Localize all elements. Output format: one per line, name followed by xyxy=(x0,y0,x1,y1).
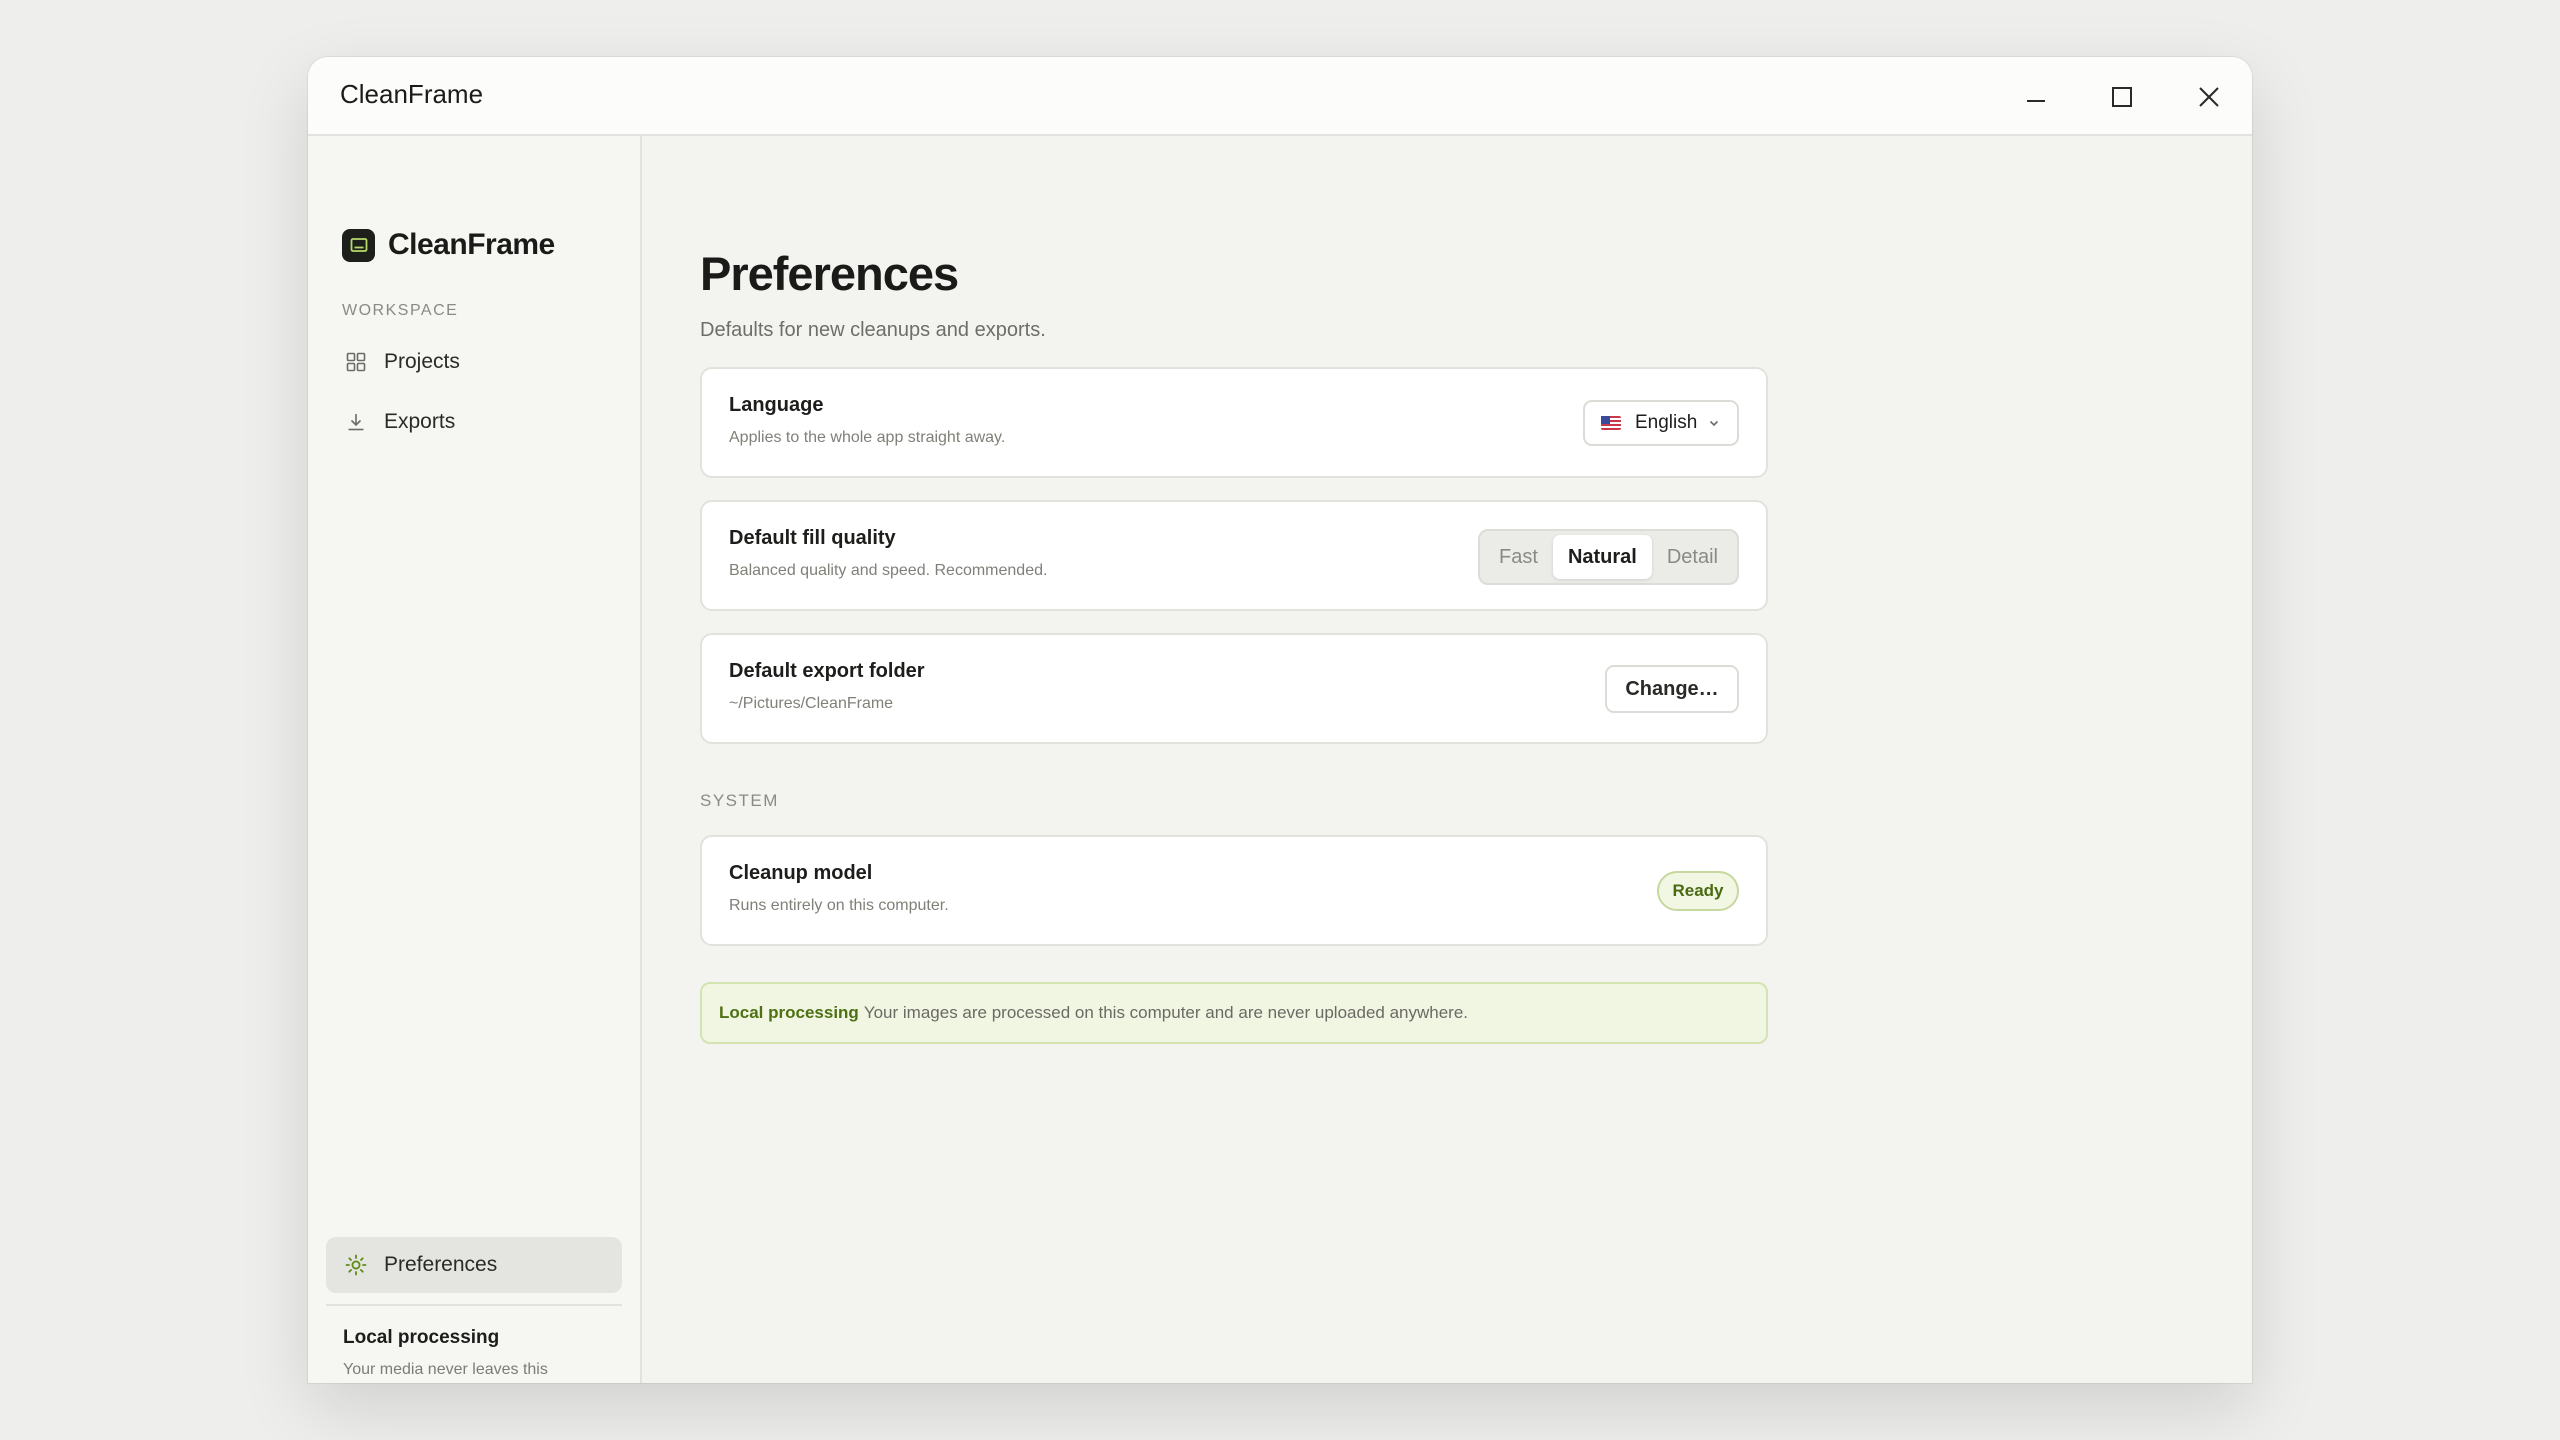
sidebar-item-label: Preferences xyxy=(384,1253,498,1276)
export-folder-card: Default export folder ~/Pictures/CleanFr… xyxy=(700,633,1768,744)
language-title: Language xyxy=(729,394,824,416)
segment-fast[interactable]: Fast xyxy=(1484,535,1553,579)
section-label-system: SYSTEM xyxy=(700,791,779,810)
sidebar-item-projects[interactable]: Projects xyxy=(326,334,622,390)
app-window: CleanFrame CleanFrame WORKSPACE Projects… xyxy=(308,57,2252,1383)
language-description: Applies to the whole app straight away. xyxy=(729,429,1006,446)
divider xyxy=(326,1304,622,1306)
segment-detail[interactable]: Detail xyxy=(1652,535,1733,579)
close-button[interactable] xyxy=(2187,75,2231,119)
language-value: English xyxy=(1635,412,1698,433)
sidebar-item-exports[interactable]: Exports xyxy=(326,394,622,450)
fill-quality-description: Balanced quality and speed. Recommended. xyxy=(729,562,1048,579)
cleanup-model-card: Cleanup model Runs entirely on this comp… xyxy=(700,835,1768,946)
status-badge: Ready xyxy=(1657,871,1739,911)
export-folder-path: ~/Pictures/CleanFrame xyxy=(729,695,894,712)
language-card: Language Applies to the whole app straig… xyxy=(700,367,1768,478)
sidebar-item-label: Exports xyxy=(384,410,456,433)
change-folder-button[interactable]: Change… xyxy=(1605,665,1739,713)
download-icon xyxy=(344,410,368,434)
page-title: Preferences xyxy=(700,247,959,300)
export-folder-title: Default export folder xyxy=(729,660,925,682)
notice-title: Local processing xyxy=(719,1003,859,1022)
segment-natural[interactable]: Natural xyxy=(1552,535,1652,579)
page-subtitle: Defaults for new cleanups and exports. xyxy=(700,319,1046,341)
notice-text: Your images are processed on this comput… xyxy=(863,1003,1469,1022)
language-select[interactable]: English xyxy=(1583,400,1739,446)
brand: CleanFrame xyxy=(342,228,555,262)
minimize-icon xyxy=(2027,100,2045,102)
fill-quality-title: Default fill quality xyxy=(729,527,896,549)
maximize-button[interactable] xyxy=(2100,75,2144,119)
sun-gear-icon xyxy=(344,1253,368,1277)
close-icon xyxy=(2199,87,2219,107)
sidebar-item-preferences[interactable]: Preferences xyxy=(326,1237,622,1293)
app-logo-icon xyxy=(342,228,375,262)
maximize-icon xyxy=(2112,87,2132,107)
fill-quality-card: Default fill quality Balanced quality an… xyxy=(700,500,1768,611)
sidebar-item-label: Projects xyxy=(384,350,460,373)
chevron-down-icon xyxy=(1710,420,1719,427)
minimize-button[interactable] xyxy=(2014,75,2058,119)
section-label-workspace: WORKSPACE xyxy=(342,302,459,319)
cleanup-model-description: Runs entirely on this computer. xyxy=(729,897,949,914)
title-bar: CleanFrame xyxy=(308,57,2252,136)
sidebar-footer-title: Local processing xyxy=(343,1327,500,1348)
local-processing-notice: Local processing Your images are process… xyxy=(700,982,1768,1044)
us-flag-icon xyxy=(1601,416,1621,430)
sidebar: CleanFrame WORKSPACE Projects Exports Pr… xyxy=(308,136,642,1383)
main-content: Preferences Defaults for new cleanups an… xyxy=(644,136,2252,1383)
brand-name: CleanFrame xyxy=(388,228,555,261)
cleanup-model-title: Cleanup model xyxy=(729,862,873,884)
fill-quality-segmented-control: Fast Natural Detail xyxy=(1478,529,1739,585)
grid-icon xyxy=(344,350,368,374)
sidebar-footer-text: Your media never leaves this computer. xyxy=(343,1361,548,1378)
window-title: CleanFrame xyxy=(340,79,484,109)
